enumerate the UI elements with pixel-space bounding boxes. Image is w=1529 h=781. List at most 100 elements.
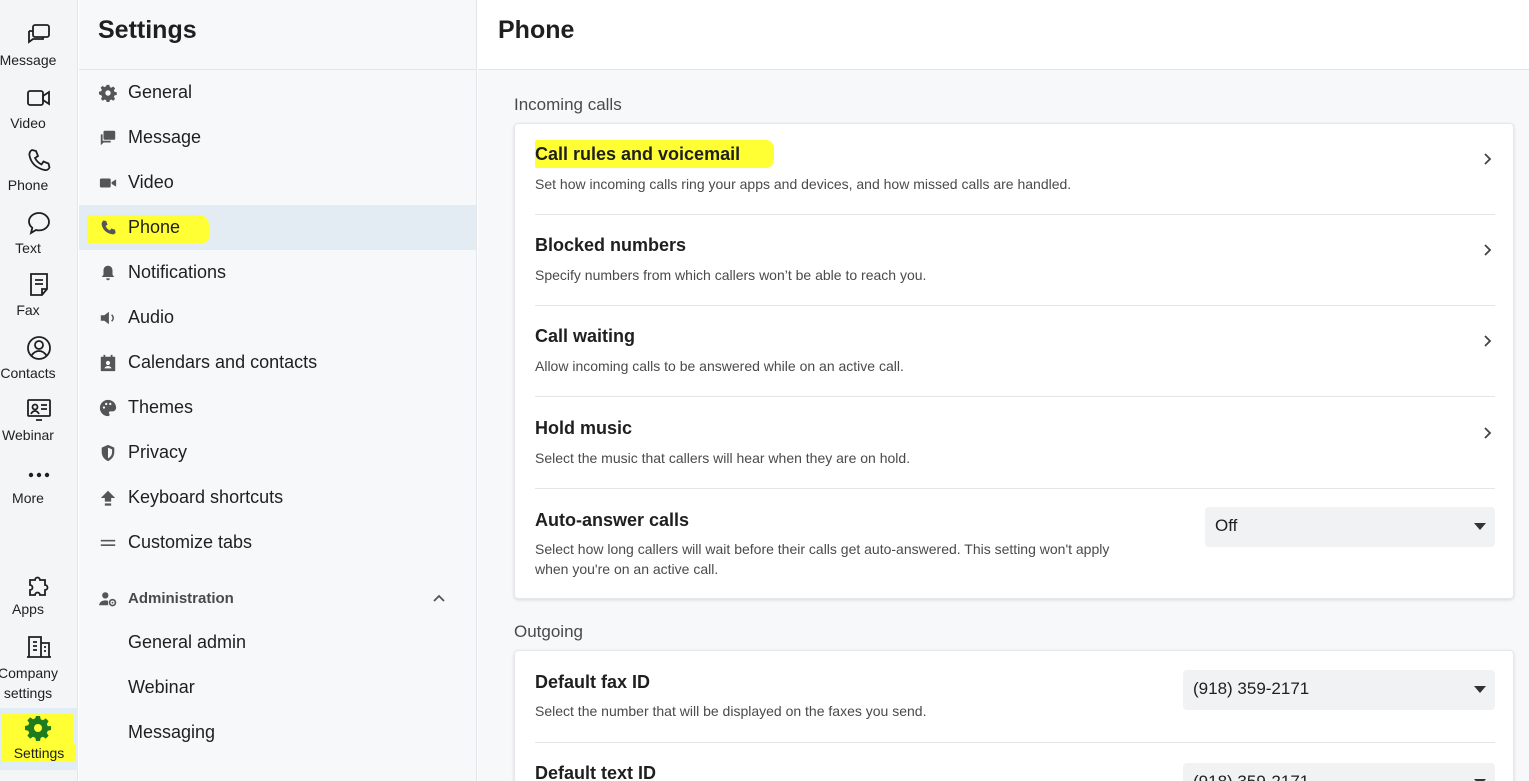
default-fax-id-row: Default fax ID Select the number that wi… bbox=[535, 651, 1495, 741]
rail-item-phone[interactable]: Phone bbox=[0, 145, 78, 194]
settings-item-themes[interactable]: Themes bbox=[79, 385, 476, 430]
section-label-outgoing: Outgoing bbox=[514, 622, 583, 641]
outgoing-card: Default fax ID Select the number that wi… bbox=[514, 650, 1514, 781]
settings-item-notifications[interactable]: Notifications bbox=[79, 250, 476, 295]
caret-down-icon bbox=[1474, 523, 1486, 530]
settings-item-privacy[interactable]: Privacy bbox=[79, 430, 476, 475]
settings-item-label: Themes bbox=[128, 397, 194, 417]
calendar-icon bbox=[98, 353, 118, 373]
settings-item-label: General bbox=[128, 82, 193, 102]
rail-label: Fax bbox=[16, 302, 40, 318]
settings-item-label: Messaging bbox=[128, 722, 216, 742]
settings-item-label: Privacy bbox=[128, 442, 188, 462]
webinar-icon bbox=[24, 395, 54, 425]
settings-nav: Settings General Message Video Phone Not… bbox=[79, 0, 477, 781]
rail-label: Video bbox=[10, 115, 46, 131]
call-waiting-row[interactable]: Call waiting Allow incoming calls to be … bbox=[535, 306, 1495, 396]
gear-icon bbox=[2, 713, 74, 743]
settings-item-label: Keyboard shortcuts bbox=[128, 487, 284, 507]
incoming-calls-card: Call rules and voicemail Set how incomin… bbox=[514, 123, 1514, 599]
row-title: Call waiting bbox=[535, 326, 636, 346]
settings-item-general[interactable]: General bbox=[79, 70, 476, 115]
rail-item-contacts[interactable]: Contacts bbox=[0, 333, 78, 382]
chevron-right-icon bbox=[1484, 153, 1492, 165]
row-description: Specify numbers from which callers won’t… bbox=[535, 267, 927, 283]
rail-item-video[interactable]: Video bbox=[0, 83, 78, 132]
settings-item-label: Message bbox=[128, 127, 202, 147]
settings-item-webinar[interactable]: Webinar bbox=[79, 665, 476, 710]
row-title: Default text ID bbox=[535, 763, 657, 781]
admin-user-icon bbox=[98, 589, 118, 609]
settings-item-label: Webinar bbox=[128, 677, 195, 697]
select-value: (918) 359-2171 bbox=[1193, 679, 1310, 698]
settings-item-label: Customize tabs bbox=[128, 532, 253, 552]
bell-icon bbox=[98, 263, 118, 283]
settings-item-label: Phone bbox=[128, 217, 181, 237]
administration-label: Administration bbox=[128, 590, 234, 607]
rail-label: Message bbox=[0, 52, 57, 68]
default-fax-id-select[interactable]: (918) 359-2171 bbox=[1183, 670, 1495, 710]
auto-answer-row: Auto-answer calls Select how long caller… bbox=[535, 489, 1495, 599]
row-title: Hold music bbox=[535, 418, 633, 438]
message-icon bbox=[98, 128, 118, 148]
building-icon bbox=[24, 632, 54, 662]
select-value: Off bbox=[1215, 516, 1238, 535]
call-rules-row[interactable]: Call rules and voicemail Set how incomin… bbox=[535, 124, 1495, 214]
auto-answer-select[interactable]: Off bbox=[1205, 507, 1495, 547]
default-text-id-select[interactable]: (918) 359-2171 bbox=[1183, 763, 1495, 781]
row-description: Select the music that callers will hear … bbox=[535, 450, 911, 466]
palette-icon bbox=[98, 398, 118, 418]
text-bubble-icon bbox=[24, 208, 54, 238]
settings-item-video[interactable]: Video bbox=[79, 160, 476, 205]
hold-music-row[interactable]: Hold music Select the music that callers… bbox=[535, 397, 1495, 487]
fax-icon bbox=[24, 270, 54, 300]
settings-item-keyboard[interactable]: Keyboard shortcuts bbox=[79, 475, 476, 520]
rail-item-text[interactable]: Text bbox=[0, 208, 78, 257]
speaker-icon bbox=[98, 308, 118, 328]
lines-icon bbox=[98, 533, 118, 553]
settings-item-message[interactable]: Message bbox=[79, 115, 476, 160]
rail-label: Text bbox=[15, 240, 41, 256]
rail-item-apps[interactable]: Apps bbox=[0, 569, 78, 618]
video-icon bbox=[98, 173, 118, 193]
settings-title: Settings bbox=[98, 16, 197, 44]
rail-item-fax[interactable]: Fax bbox=[0, 270, 78, 319]
page-title: Phone bbox=[498, 16, 575, 44]
rail-item-settings[interactable]: Settings bbox=[0, 708, 78, 770]
rail-item-company-settings[interactable]: Company settings bbox=[0, 632, 78, 703]
rail-label: Phone bbox=[7, 177, 49, 193]
select-value: (918) 359-2171 bbox=[1193, 772, 1309, 781]
rail-item-webinar[interactable]: Webinar bbox=[0, 395, 78, 444]
phone-icon bbox=[98, 218, 118, 238]
phone-icon bbox=[24, 145, 54, 175]
gear-icon bbox=[98, 83, 118, 103]
main-panel: Phone Incoming calls Call rules and voic… bbox=[478, 0, 1529, 781]
settings-item-label: Video bbox=[128, 172, 174, 192]
row-title: Auto-answer calls bbox=[535, 510, 690, 530]
rail-item-more[interactable]: More bbox=[0, 458, 78, 507]
row-description: Allow incoming calls to be answered whil… bbox=[535, 358, 904, 374]
row-description-line2: when you're on an active call. bbox=[535, 561, 719, 577]
rail-label-line1: Company bbox=[0, 665, 58, 681]
settings-item-phone[interactable]: Phone bbox=[79, 205, 476, 250]
chevron-up-icon bbox=[433, 594, 445, 602]
settings-item-calendars[interactable]: Calendars and contacts bbox=[79, 340, 476, 385]
chevron-right-icon bbox=[1484, 427, 1492, 439]
keyboard-icon bbox=[98, 488, 118, 508]
chevron-right-icon bbox=[1484, 335, 1492, 347]
settings-item-audio[interactable]: Audio bbox=[79, 295, 476, 340]
rail-item-message[interactable]: Message bbox=[0, 20, 78, 69]
blocked-numbers-row[interactable]: Blocked numbers Specify numbers from whi… bbox=[535, 215, 1495, 305]
message-icon bbox=[24, 20, 54, 50]
settings-item-customize-tabs[interactable]: Customize tabs bbox=[79, 520, 476, 565]
administration-section-toggle[interactable]: Administration bbox=[79, 576, 476, 621]
settings-item-label: General admin bbox=[128, 632, 247, 652]
row-description: Select the number that will be displayed… bbox=[535, 703, 927, 719]
app-rail: Message Video Phone Text Fax Contacts We… bbox=[0, 0, 78, 781]
settings-item-messaging[interactable]: Messaging bbox=[79, 710, 476, 755]
settings-item-general-admin[interactable]: General admin bbox=[79, 620, 476, 665]
puzzle-icon bbox=[24, 569, 54, 599]
row-description-line1: Select how long callers will wait before… bbox=[535, 541, 1110, 557]
video-icon bbox=[24, 83, 54, 113]
rail-label: Webinar bbox=[2, 427, 54, 443]
